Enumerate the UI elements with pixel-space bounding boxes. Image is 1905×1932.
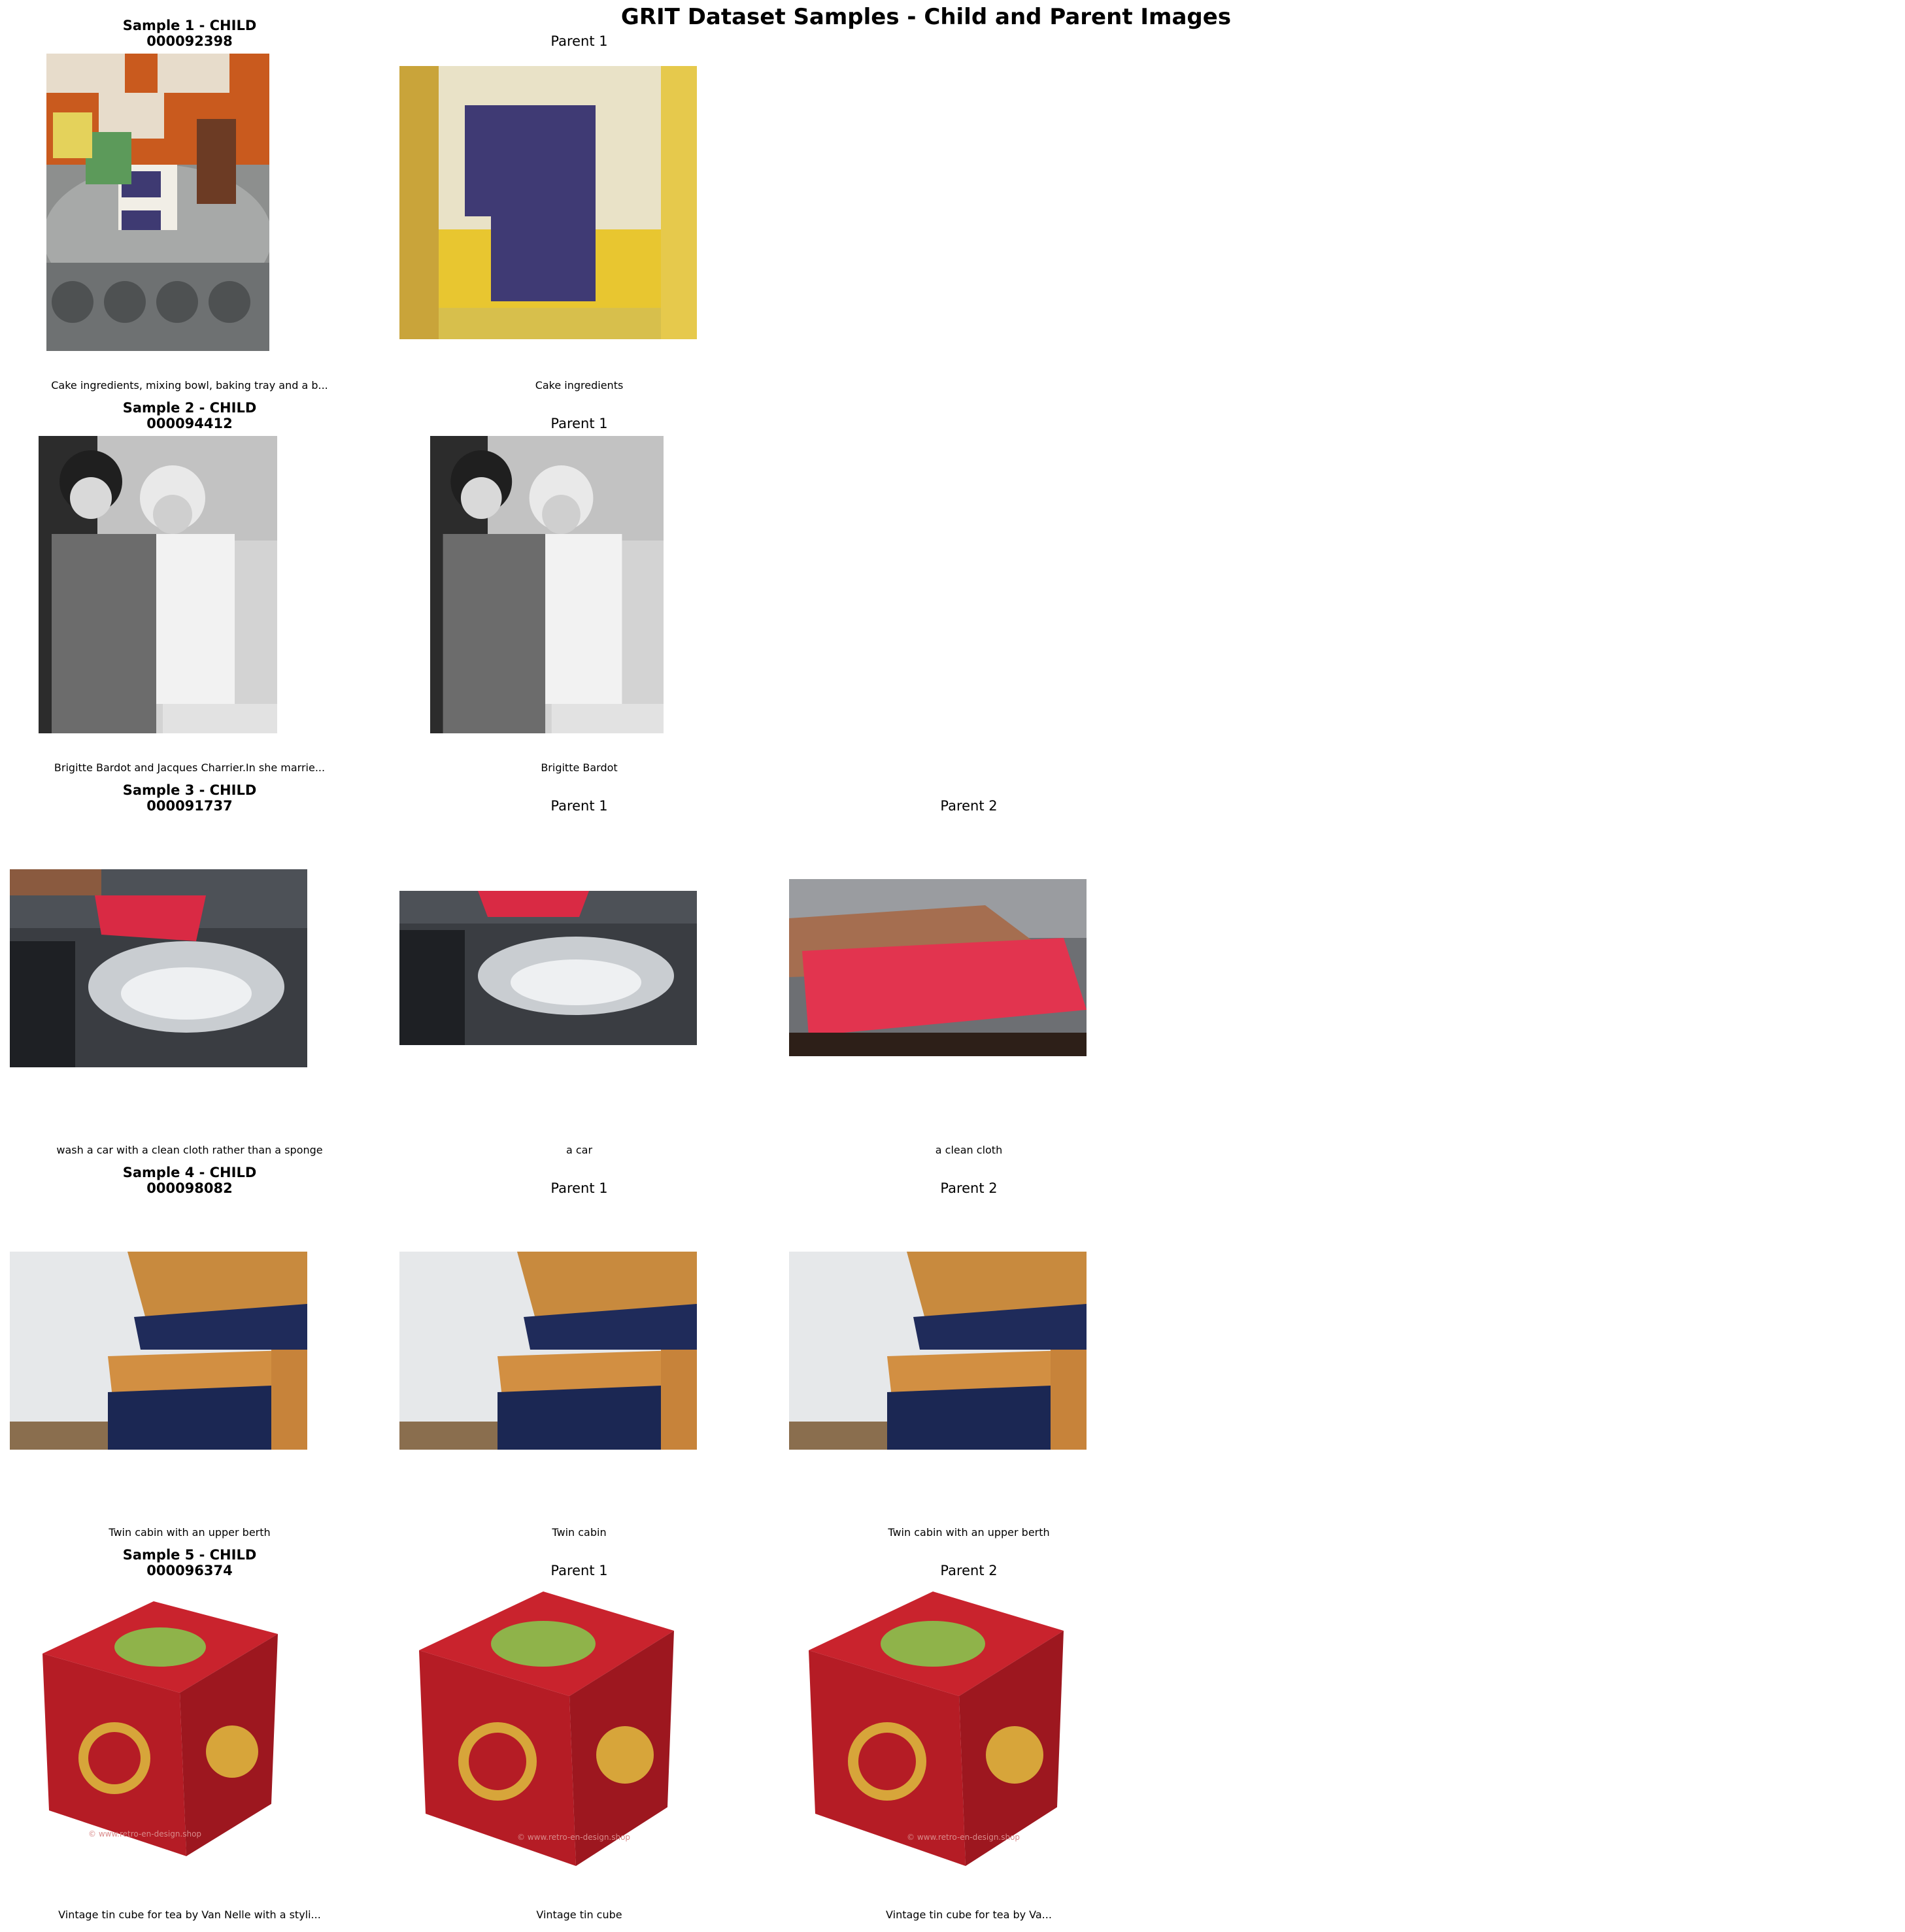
sample-2-child-id: 000094412 (146, 416, 233, 431)
sample-5-child-caption: Vintage tin cube for tea by Van Nelle wi… (58, 1908, 321, 1921)
sample-4-child-image (10, 1252, 307, 1450)
sample-4-parent-1-image (399, 1252, 697, 1450)
sample-4-parent-2-cell: Parent 2 Twin cabin with an upper berth (779, 1147, 1158, 1539)
sample-3-child-image (10, 869, 307, 1067)
sample-4-child-title: Sample 4 - CHILD (122, 1165, 257, 1180)
sample-5-parent-1-image: © www.retro-en-design.shop (399, 1585, 697, 1873)
sample-5-parent-2-caption: Vintage tin cube for tea by Va... (886, 1908, 1052, 1921)
sample-5-parent-2-watermark: © www.retro-en-design.shop (907, 1833, 1020, 1842)
sample-5-child-cell: Sample 5 - CHILD 000096374 © www.retro-e… (0, 1529, 379, 1922)
sample-1-child-image (46, 54, 269, 351)
sample-2-parent-1-image (430, 436, 664, 733)
sample-3-parent-1-cell: Parent 1 a car (390, 765, 769, 1157)
sample-5-child-id: 000096374 (146, 1563, 233, 1578)
sample-3-child-cell: Sample 3 - CHILD 000091737 wash a car wi… (0, 765, 379, 1157)
sample-1-child-title: Sample 1 - CHILD (122, 18, 257, 33)
sample-2-parent-1-cell: Parent 1 Brigitte Bardot (390, 382, 769, 774)
sample-5-parent-1-watermark: © www.retro-en-design.shop (517, 1833, 630, 1842)
sample-3-parent-2-title: Parent 2 (940, 798, 998, 814)
sample-2-child-cell: Sample 2 - CHILD 000094412 Brigitte Bard… (0, 382, 379, 774)
sample-1-child-id: 000092398 (146, 33, 233, 49)
sample-5-parent-1-caption: Vintage tin cube (536, 1908, 622, 1921)
sample-4-parent-1-title: Parent 1 (550, 1180, 608, 1196)
sample-1-parent-1-cell: Parent 1 Cake ingredients (390, 0, 769, 392)
sample-5-parent-2-image: © www.retro-en-design.shop (789, 1585, 1087, 1873)
sample-4-child-cell: Sample 4 - CHILD 000098082 Twin cabin wi… (0, 1147, 379, 1539)
sample-4-parent-2-title: Parent 2 (940, 1180, 998, 1196)
sample-3-child-title: Sample 3 - CHILD (122, 782, 257, 798)
sample-1-parent-1-image (399, 66, 697, 339)
sample-5-child-watermark: © www.retro-en-design.shop (88, 1829, 201, 1839)
sample-5-parent-2-cell: Parent 2 © www.retro-en-design.shop Vint… (779, 1529, 1158, 1922)
sample-5-parent-1-title: Parent 1 (550, 1563, 608, 1578)
sample-1-parent-1-title: Parent 1 (550, 33, 608, 49)
sample-3-parent-2-cell: Parent 2 a clean cloth (779, 765, 1158, 1157)
sample-2-parent-1-title: Parent 1 (550, 416, 608, 431)
sample-3-parent-2-image (789, 879, 1087, 1056)
sample-5-child-title: Sample 5 - CHILD (122, 1547, 257, 1563)
sample-4-child-id: 000098082 (146, 1180, 233, 1196)
sample-3-parent-1-image (399, 891, 697, 1045)
sample-4-parent-2-image (789, 1252, 1087, 1450)
sample-5-parent-2-title: Parent 2 (940, 1563, 998, 1578)
sample-1-child-cell: Sample 1 - CHILD 000092398 Cake ingredie… (0, 0, 379, 392)
sample-2-child-image (39, 436, 277, 733)
sample-2-child-title: Sample 2 - CHILD (122, 400, 257, 416)
sample-3-child-id: 000091737 (146, 798, 233, 814)
sample-3-parent-1-title: Parent 1 (550, 798, 608, 814)
sample-5-parent-1-cell: Parent 1 © www.retro-en-design.shop Vint… (390, 1529, 769, 1922)
sample-5-child-image: © www.retro-en-design.shop (10, 1595, 307, 1866)
sample-4-parent-1-cell: Parent 1 Twin cabin (390, 1147, 769, 1539)
